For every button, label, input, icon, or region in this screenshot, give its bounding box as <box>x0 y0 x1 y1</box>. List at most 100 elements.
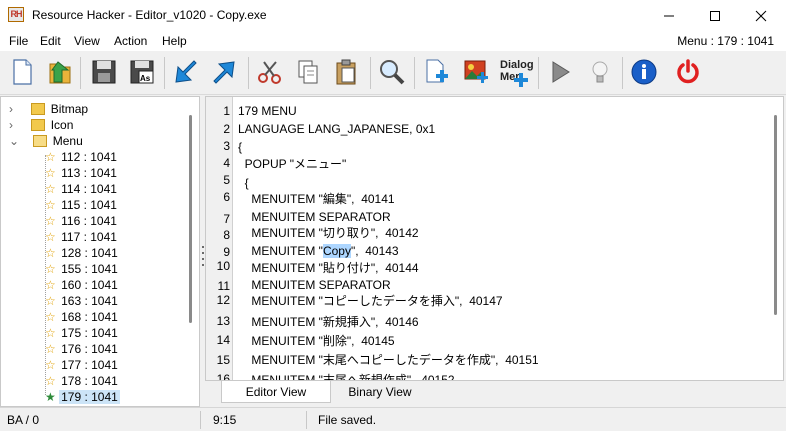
title-bar: RH Resource Hacker - Editor_v1020 - Copy… <box>0 0 786 31</box>
tree-item[interactable]: ☆ 176 : 1041 <box>45 341 120 357</box>
line-number: 6 <box>223 190 230 204</box>
toolbar: As Dialog Mer <box>0 51 786 95</box>
paste-button[interactable] <box>330 56 362 88</box>
add-blank-resource-button[interactable] <box>420 56 452 88</box>
open-folder-icon <box>49 61 71 84</box>
status-cursor-position: 9:15 <box>213 413 237 427</box>
tree-item[interactable]: ☆ 155 : 1041 <box>45 261 120 277</box>
scissors-icon <box>258 61 281 84</box>
tree-folder-bitmap[interactable]: › Bitmap <box>9 101 90 117</box>
compile-forward-button[interactable] <box>208 56 240 88</box>
tree-item-selected[interactable]: ★ 179 : 1041 <box>45 389 120 405</box>
toolbar-separator <box>370 57 371 89</box>
toolbar-separator <box>164 57 165 89</box>
menu-view[interactable]: View <box>74 34 100 48</box>
tree-item[interactable]: ☆ 117 : 1041 <box>45 229 119 245</box>
svg-text:As: As <box>140 74 151 83</box>
tree-item[interactable]: ☆ 160 : 1041 <box>45 277 120 293</box>
status-bar: BA / 0 9:15 File saved. <box>0 407 786 431</box>
line-number: 12 <box>216 293 230 307</box>
tree-item[interactable]: ☆ 115 : 1041 <box>45 197 119 213</box>
tree-item-label: 117 : 1041 <box>61 230 117 244</box>
find-button[interactable] <box>376 56 408 88</box>
tree-item[interactable]: ☆ 128 : 1041 <box>45 245 120 261</box>
code-prefix: MENUITEM " <box>238 244 323 258</box>
add-image-icon <box>464 60 488 83</box>
folder-icon <box>31 103 46 115</box>
maximize-button[interactable] <box>692 0 738 31</box>
tips-button[interactable] <box>584 56 616 88</box>
line-number: 8 <box>223 228 230 242</box>
tree-item[interactable]: ☆ 112 : 1041 <box>45 149 119 165</box>
power-icon <box>677 59 699 84</box>
close-button[interactable] <box>738 0 784 31</box>
save-button[interactable] <box>88 56 120 88</box>
add-image-resource-button[interactable] <box>460 56 492 88</box>
line-number: 10 <box>216 259 230 273</box>
menu-edit[interactable]: Edit <box>40 34 61 48</box>
tree-item-label: 178 : 1041 <box>61 374 118 388</box>
splitter-grip <box>202 252 204 254</box>
tab-binary-view[interactable]: Binary View <box>335 381 425 403</box>
line-number-gutter: 1 2 3 4 5 6 7 8 9 10 11 12 13 14 15 16 <box>206 97 233 380</box>
new-file-button[interactable] <box>6 56 38 88</box>
menu-action[interactable]: Action <box>114 34 147 48</box>
editor-scrollbar[interactable] <box>774 115 777 315</box>
tree-item[interactable]: ☆ 163 : 1041 <box>45 293 120 309</box>
minimize-button[interactable] <box>646 0 692 31</box>
chevron-right-icon[interactable]: › <box>9 102 13 116</box>
tree-folder-menu[interactable]: ⌄ Menu <box>9 133 85 149</box>
toolbar-separator <box>414 57 415 89</box>
resource-tree[interactable]: › Bitmap › Icon ⌄ Menu ☆ 112 : 1041 ☆ 11… <box>0 96 200 407</box>
open-folder-icon <box>33 135 48 147</box>
code-line: MENUITEM "貼り付け", 40144 <box>238 261 419 275</box>
code-line: { <box>238 176 249 190</box>
compile-back-button[interactable] <box>170 56 202 88</box>
copy-button[interactable] <box>292 56 324 88</box>
tree-item[interactable]: ☆ 175 : 1041 <box>45 325 120 341</box>
tree-item-label: 175 : 1041 <box>61 326 118 340</box>
info-icon <box>631 59 657 85</box>
line-number: 14 <box>216 333 230 347</box>
code-line: { <box>238 140 243 154</box>
run-script-button[interactable] <box>544 56 576 88</box>
save-icon <box>92 60 116 84</box>
tree-item[interactable]: ☆ 177 : 1041 <box>45 357 120 373</box>
tab-editor-view[interactable]: Editor View <box>221 381 331 403</box>
play-icon <box>552 61 570 83</box>
tab-label: Binary View <box>348 385 412 399</box>
open-file-button[interactable] <box>44 56 76 88</box>
cut-button[interactable] <box>254 56 286 88</box>
window-title: Resource Hacker - Editor_v1020 - Copy.ex… <box>32 8 267 22</box>
tree-item-label: 116 : 1041 <box>61 214 117 228</box>
tree-item-label: 163 : 1041 <box>61 294 118 308</box>
line-number: 9 <box>223 245 230 259</box>
tree-item[interactable]: ☆ 168 : 1041 <box>45 309 120 325</box>
view-tabs: Editor View Binary View <box>205 381 786 407</box>
toolbar-separator <box>538 57 539 89</box>
tree-item[interactable]: ☆ 114 : 1041 <box>45 181 119 197</box>
code-line: POPUP "メニュー" <box>238 157 347 171</box>
tree-item-label: 179 : 1041 <box>59 390 120 404</box>
code-line: MENUITEM SEPARATOR <box>238 210 391 224</box>
menu-file[interactable]: File <box>9 34 28 48</box>
exit-button[interactable] <box>672 56 704 88</box>
code-line: MENUITEM "コピーしたデータを挿入", 40147 <box>238 294 503 308</box>
tree-item[interactable]: ☆ 178 : 1041 <box>45 373 120 389</box>
line-number: 13 <box>216 314 230 328</box>
tree-item[interactable]: ☆ 116 : 1041 <box>45 213 119 229</box>
close-icon <box>755 10 767 21</box>
about-button[interactable] <box>628 56 660 88</box>
tree-item-label: 115 : 1041 <box>61 198 117 212</box>
line-number: 11 <box>217 279 230 293</box>
chevron-right-icon[interactable]: › <box>9 118 13 132</box>
save-as-button[interactable]: As <box>126 56 158 88</box>
tree-scrollbar[interactable] <box>189 115 192 323</box>
script-editor[interactable]: 1 2 3 4 5 6 7 8 9 10 11 12 13 14 15 16 1… <box>205 96 784 381</box>
tree-folder-icon[interactable]: › Icon <box>9 117 75 133</box>
tree-item[interactable]: ☆ 113 : 1041 <box>45 165 119 181</box>
dialog-add-icon <box>514 73 528 87</box>
line-number: 2 <box>223 122 230 136</box>
menu-help[interactable]: Help <box>162 34 187 48</box>
chevron-down-icon[interactable]: ⌄ <box>9 134 19 148</box>
